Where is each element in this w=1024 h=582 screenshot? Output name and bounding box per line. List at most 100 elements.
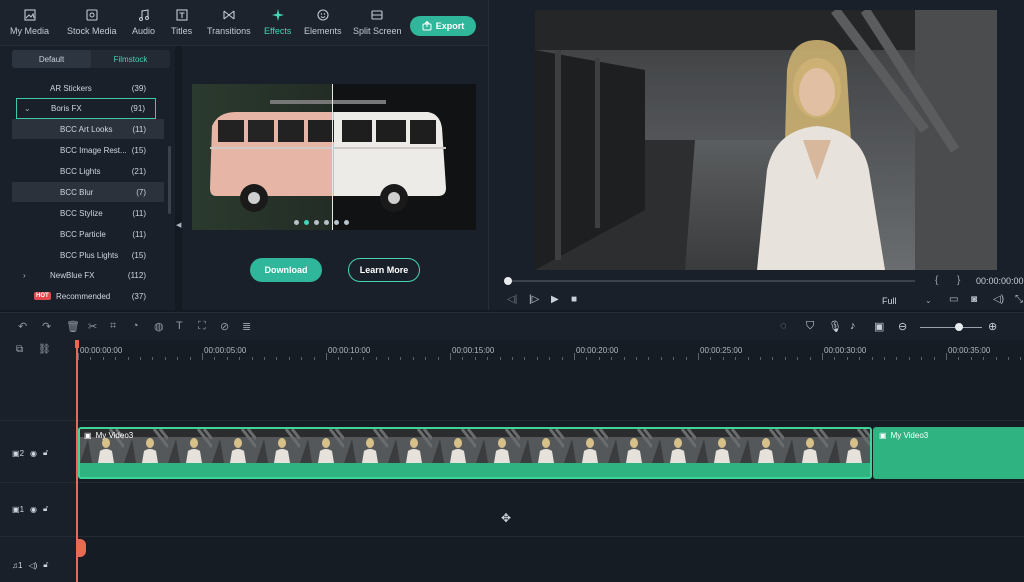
list-item-ar-stickers[interactable]: AR Stickers (39): [12, 78, 164, 98]
ruler-tick: [599, 357, 600, 360]
fullscreen-icon[interactable]: ⤡: [1015, 294, 1023, 305]
video-preview: [535, 10, 997, 270]
list-item-boris-fx[interactable]: ⌄ Boris FX (91): [16, 98, 156, 119]
timeline-toolbar: ↶ ↷ 🗑 ✂ ⌗ ◔ ◍ T ⛶ ⊘ ≣ ◌ ⛉ 🎙 ♪ ▣ ⊖ ⊕: [0, 312, 1024, 340]
playhead-handle[interactable]: [78, 539, 86, 557]
audio-mixer-icon[interactable]: ♪: [850, 320, 856, 332]
carousel-dot[interactable]: [304, 220, 309, 225]
cut-icon[interactable]: ✂: [88, 320, 97, 333]
carousel-dot[interactable]: [334, 220, 339, 225]
library-subtabs: Default Filmstock: [12, 50, 170, 68]
ruler-tick: [934, 357, 935, 360]
color-icon[interactable]: ◍: [154, 320, 164, 333]
render-icon[interactable]: ◌: [780, 320, 787, 332]
tab-my-media[interactable]: My Media: [10, 8, 49, 44]
list-item-bcc-lights[interactable]: BCC Lights (21): [12, 161, 164, 181]
play-icon[interactable]: ▶: [551, 294, 559, 305]
monitor-icon[interactable]: ▭: [949, 294, 958, 305]
list-item-bcc-blur[interactable]: BCC Blur (7): [12, 182, 164, 202]
mic-icon[interactable]: 🎙: [828, 320, 842, 333]
ruler-tick: [785, 357, 786, 360]
tab-default[interactable]: Default: [12, 50, 91, 68]
ruler-tick: [810, 357, 811, 360]
learn-more-button[interactable]: Learn More: [348, 258, 420, 282]
marker-icon[interactable]: ⛉: [806, 320, 814, 333]
snapshot-icon[interactable]: ▣: [874, 320, 884, 333]
next-frame-icon[interactable]: |▷: [529, 294, 539, 305]
list-item-bcc-art-looks[interactable]: BCC Art Looks (11): [12, 119, 164, 139]
mark-out-icon[interactable]: }: [957, 275, 960, 286]
link-icon[interactable]: ⛓: [38, 344, 51, 355]
previous-frame-icon[interactable]: ◁|: [507, 294, 517, 305]
tab-elements[interactable]: Elements: [304, 8, 342, 44]
quality-select[interactable]: Full: [882, 296, 897, 306]
list-item-bcc-particle[interactable]: BCC Particle (11): [12, 224, 164, 244]
lock-icon[interactable]: 🔓︎: [43, 448, 48, 458]
zoom-out-icon[interactable]: ⊖: [898, 320, 907, 333]
video-clip-icon: ▣: [879, 431, 887, 440]
carousel-dot[interactable]: [294, 220, 299, 225]
timeline-ruler[interactable]: 00:00:00:00 00:00:05:00 00:00:10:00 00:00:1…: [78, 340, 1024, 362]
zoom-slider[interactable]: [920, 327, 982, 328]
tab-stock-media[interactable]: Stock Media: [67, 8, 117, 44]
video-clip-icon: ▣: [84, 431, 92, 440]
tab-audio[interactable]: Audio: [132, 8, 155, 44]
list-item-bcc-plus-lights[interactable]: BCC Plus Lights (15): [12, 245, 164, 265]
collapse-panel-icon[interactable]: ◀: [176, 221, 181, 229]
speaker-icon[interactable]: ◁): [28, 561, 37, 570]
mask-icon[interactable]: ⊘: [220, 320, 229, 333]
tab-effects[interactable]: Effects: [264, 8, 291, 44]
ruler-tick: [239, 357, 240, 360]
stock-icon: [86, 9, 98, 21]
seek-bar[interactable]: [507, 280, 915, 282]
ruler-tick: [289, 357, 290, 360]
carousel-dots: [294, 220, 349, 225]
fit-icon[interactable]: ⛶: [198, 320, 206, 333]
mark-in-icon[interactable]: {: [935, 275, 938, 286]
tab-filmstock[interactable]: Filmstock: [91, 50, 170, 68]
download-button[interactable]: Download: [250, 258, 322, 282]
zoom-in-icon[interactable]: ⊕: [988, 320, 997, 333]
effects-category-panel: Default Filmstock AR Stickers (39) ⌄ Bor…: [0, 46, 181, 310]
add-track-icon[interactable]: ⧉: [16, 344, 23, 355]
tab-transitions[interactable]: Transitions: [207, 8, 251, 44]
chevron-down-icon[interactable]: ⌄: [925, 296, 932, 305]
zoom-slider-handle[interactable]: [955, 323, 963, 331]
playhead-marker[interactable]: [75, 340, 79, 348]
lock-icon[interactable]: 🔓︎: [43, 560, 48, 570]
stop-icon[interactable]: ■: [571, 294, 577, 305]
video-clip[interactable]: ▣ My Video3: [873, 427, 1024, 479]
list-item-recommended[interactable]: HOT Recommended (37): [12, 286, 164, 306]
lock-icon[interactable]: 🔓︎: [43, 504, 48, 514]
carousel-dot[interactable]: [344, 220, 349, 225]
redo-icon[interactable]: ↷: [42, 320, 51, 333]
text-icon[interactable]: T: [176, 320, 183, 332]
speed-icon[interactable]: ◔: [132, 320, 139, 332]
seek-handle[interactable]: [504, 277, 512, 285]
crop-icon[interactable]: ⌗: [110, 320, 116, 333]
carousel-dot[interactable]: [324, 220, 329, 225]
tab-titles[interactable]: Titles: [171, 8, 192, 44]
tab-split-screen[interactable]: Split Screen: [353, 8, 402, 44]
list-item-label: BCC Art Looks: [60, 124, 113, 134]
list-item-newblue-fx[interactable]: › NewBlue FX (112): [12, 265, 164, 285]
undo-icon[interactable]: ↶: [18, 320, 27, 333]
list-item-count: (11): [132, 208, 146, 218]
camera-icon[interactable]: ◙: [971, 294, 977, 305]
ruler-tick: [958, 357, 959, 360]
list-item-bcc-stylize[interactable]: BCC Stylize (11): [12, 203, 164, 223]
export-button[interactable]: Export: [410, 16, 476, 36]
ruler-tick: [363, 357, 364, 360]
adjust-icon[interactable]: ≣: [242, 320, 251, 333]
eye-icon[interactable]: ◉: [30, 449, 37, 458]
volume-icon[interactable]: ◁): [993, 294, 1004, 305]
media-icon: [23, 9, 36, 21]
video-clip[interactable]: ▣ My Video3: [78, 427, 872, 479]
video-track-icon: ▣1: [12, 504, 25, 514]
list-item-label: BCC Image Rest...: [60, 145, 127, 155]
delete-icon[interactable]: 🗑: [66, 320, 80, 333]
list-scrollbar[interactable]: [168, 146, 171, 214]
eye-icon[interactable]: ◉: [30, 505, 37, 514]
list-item-bcc-image-restoration[interactable]: BCC Image Rest... (15): [12, 140, 164, 160]
carousel-dot[interactable]: [314, 220, 319, 225]
